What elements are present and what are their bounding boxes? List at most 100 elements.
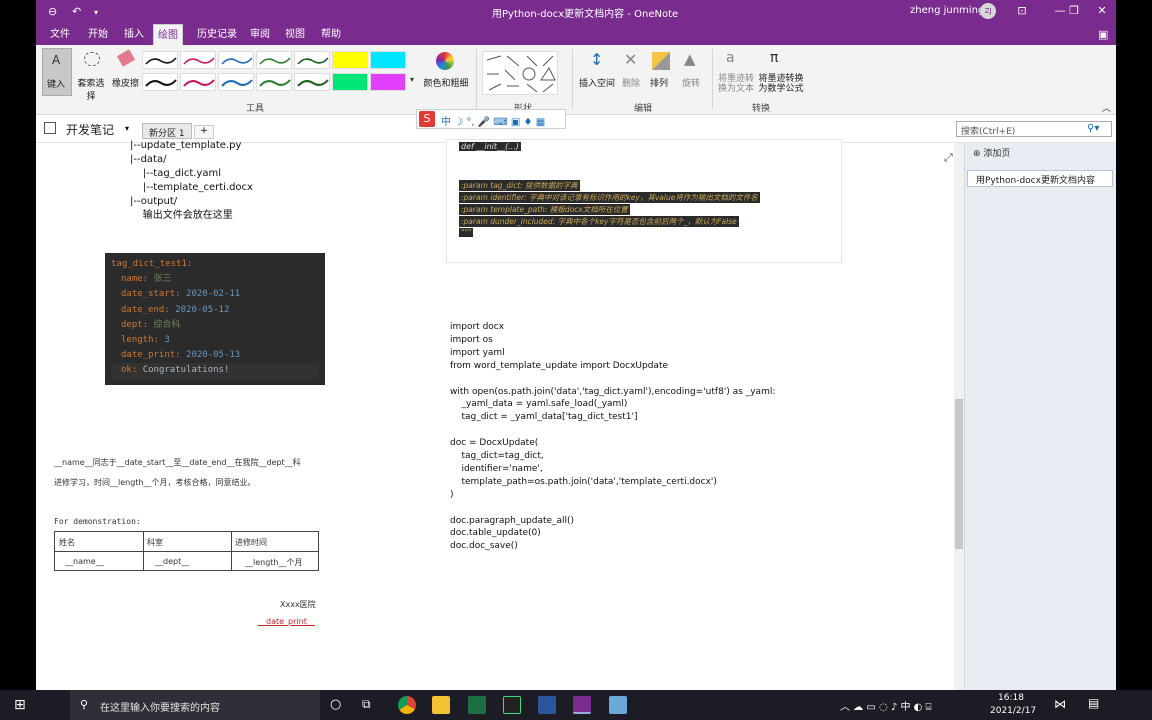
ink-to-math-label: 将墨迹转换 为数学公式 (758, 74, 804, 94)
scrollbar[interactable] (954, 143, 964, 690)
search-placeholder: 搜索(Ctrl+E) (961, 127, 1016, 137)
notification-icon[interactable]: ▤ (1088, 696, 1099, 710)
pen-black-2[interactable] (142, 73, 178, 91)
menu-draw[interactable]: 绘图 (153, 24, 183, 45)
group-convert-label: 转换 (752, 104, 771, 114)
add-page-button[interactable]: ⊕ 添加页 (973, 146, 1010, 159)
ink-to-text-button[interactable]: a 将墨迹转 换为文本 (716, 48, 756, 100)
search-box[interactable]: 搜索(Ctrl+E) ⚲▾ (956, 121, 1112, 137)
pen-red-2[interactable] (180, 73, 216, 91)
type-button[interactable]: A 键入 (42, 48, 72, 96)
notebook-dropdown-icon[interactable]: ▾ (125, 124, 129, 133)
pen-green-2[interactable] (256, 73, 292, 91)
restore-button[interactable]: ❐ (1060, 0, 1088, 24)
color-wheel-icon (436, 52, 454, 70)
yaml-value: 2020-05-13 (186, 350, 241, 361)
tray-icons[interactable]: ︿ ☁ ▭ ◌ ♪ 中 ◐ ⌸ (840, 698, 932, 713)
notebook-name[interactable]: 开发笔记 (66, 121, 114, 138)
docstring-line: :param dunder_included: 字典中各个key字符是否包含前后… (459, 216, 739, 227)
insert-space-button[interactable]: ↕ 插入空间 (576, 48, 616, 96)
add-section-button[interactable]: + (194, 125, 214, 139)
clock-time[interactable]: 16:18 (998, 693, 1024, 703)
ink-to-math-button[interactable]: π 将墨迹转换 为数学公式 (758, 48, 804, 100)
highlighter-yellow[interactable] (332, 51, 368, 69)
pen-black-1[interactable] (142, 51, 178, 69)
highlighter-cyan[interactable] (370, 51, 406, 69)
menu-home[interactable]: 开始 (84, 24, 112, 45)
word-icon[interactable] (538, 696, 556, 714)
collapse-ribbon-icon[interactable]: ︿ (1102, 101, 1111, 114)
menu-view[interactable]: 视图 (281, 24, 309, 45)
ime-logo-icon: S (419, 111, 435, 127)
page-canvas[interactable]: |--update_template.py |--data/ |--tag_di… (36, 139, 964, 690)
share-icon[interactable]: ▣ (1094, 24, 1112, 45)
ime-toolbar[interactable]: S 中 ☽ °, 🎤 ⌨ ▣ ♦ ▦ (416, 109, 566, 129)
expand-icon[interactable]: ⤢ (944, 151, 953, 165)
pens-more-icon[interactable]: ▾ (410, 75, 414, 84)
media-icon[interactable]: ⋈ (1054, 697, 1066, 711)
ribbon-display-icon[interactable]: ⊡ (1008, 0, 1036, 24)
arrange-button[interactable]: 排列 (648, 48, 676, 96)
color-thickness-button[interactable]: 颜色和粗细 (420, 48, 470, 96)
rotate-button[interactable]: ▲ 旋转 (680, 48, 706, 96)
color-label: 颜色和粗细 (423, 79, 469, 89)
code-line: import os (450, 334, 493, 345)
section-tab[interactable]: 新分区 1 (142, 123, 192, 139)
page-item[interactable]: 用Python-docx更新文档内容 (967, 170, 1113, 187)
highlighter-magenta[interactable] (370, 73, 406, 91)
menu-insert[interactable]: 插入 (120, 24, 148, 45)
pen-blue-2[interactable] (218, 73, 254, 91)
scrollbar-thumb[interactable] (955, 399, 963, 549)
lasso-button[interactable]: 套索选择 (74, 48, 108, 102)
tree-line: 输出文件会放在这里 (130, 210, 233, 221)
pen-green-1[interactable] (256, 51, 292, 69)
user-name[interactable]: zheng junming (910, 5, 984, 16)
yaml-entry: date_start: 2020-02-11 (111, 287, 319, 302)
highlighter-green[interactable] (332, 73, 368, 91)
back-icon[interactable]: ⊖ (48, 5, 57, 18)
taskbar-search[interactable]: ⚲ 在这里输入你要搜索的内容 (70, 690, 320, 720)
undo-icon[interactable]: ↶ (72, 5, 81, 18)
ime-mode-icon[interactable]: 中 ☽ °, 🎤 ⌨ ▣ ♦ ▦ (441, 113, 545, 128)
pages-panel: ⊕ 添加页 用Python-docx更新文档内容 (964, 143, 1116, 690)
avatar[interactable]: ZJ (980, 3, 996, 19)
windows-start-icon[interactable]: ⊞ (14, 697, 26, 713)
menu-file[interactable]: 文件 (46, 24, 74, 45)
table-rule (231, 532, 232, 570)
pen-darkgreen-1[interactable] (294, 51, 330, 69)
chrome-icon[interactable] (398, 696, 416, 714)
clock-date[interactable]: 2021/2/17 (990, 706, 1036, 716)
menu-history[interactable]: 历史记录 (193, 24, 241, 45)
tree-line: |--template_certi.docx (130, 182, 253, 193)
code-line: doc.doc_save() (450, 541, 518, 552)
menu-review[interactable]: 审阅 (246, 24, 274, 45)
quick-access-dropdown-icon[interactable]: ▾ (94, 8, 98, 17)
yaml-code-block: tag_dict_test1: name: 张三 date_start: 2020… (105, 253, 325, 385)
table-cell: __length__个月 (245, 558, 303, 567)
yaml-key: ok: (121, 365, 143, 376)
pycharm-icon[interactable] (503, 696, 521, 714)
task-view-icon[interactable]: ⧉ (362, 697, 371, 712)
yaml-key: date_end: (121, 304, 176, 315)
onenote-icon[interactable] (573, 696, 591, 714)
window-title: 用Python-docx更新文档内容 - OneNote (492, 9, 679, 20)
pen-darkgreen-2[interactable] (294, 73, 330, 91)
menu-help[interactable]: 帮助 (317, 24, 345, 45)
yaml-value: 2020-02-11 (186, 289, 241, 300)
close-button[interactable]: ✕ (1088, 0, 1116, 24)
excel-icon[interactable] (468, 696, 486, 714)
app-icon[interactable] (609, 696, 627, 714)
pen-red-1[interactable] (180, 51, 216, 69)
arrange-label: 排列 (650, 79, 669, 89)
search-icon[interactable]: ⚲▾ (1087, 123, 1099, 134)
template-signature: Xxxx医院 (280, 600, 316, 609)
eraser-button[interactable]: 橡皮擦 (110, 48, 142, 96)
yaml-key: length: (121, 335, 165, 346)
code-line: doc = DocxUpdate( (450, 438, 539, 449)
cortana-icon[interactable]: ○ (330, 697, 341, 712)
pen-blue-1[interactable] (218, 51, 254, 69)
shapes-gallery[interactable] (482, 51, 558, 95)
delete-button[interactable]: ✕ 删除 (620, 48, 644, 96)
file-explorer-icon[interactable] (432, 696, 450, 714)
lasso-icon (84, 52, 100, 66)
